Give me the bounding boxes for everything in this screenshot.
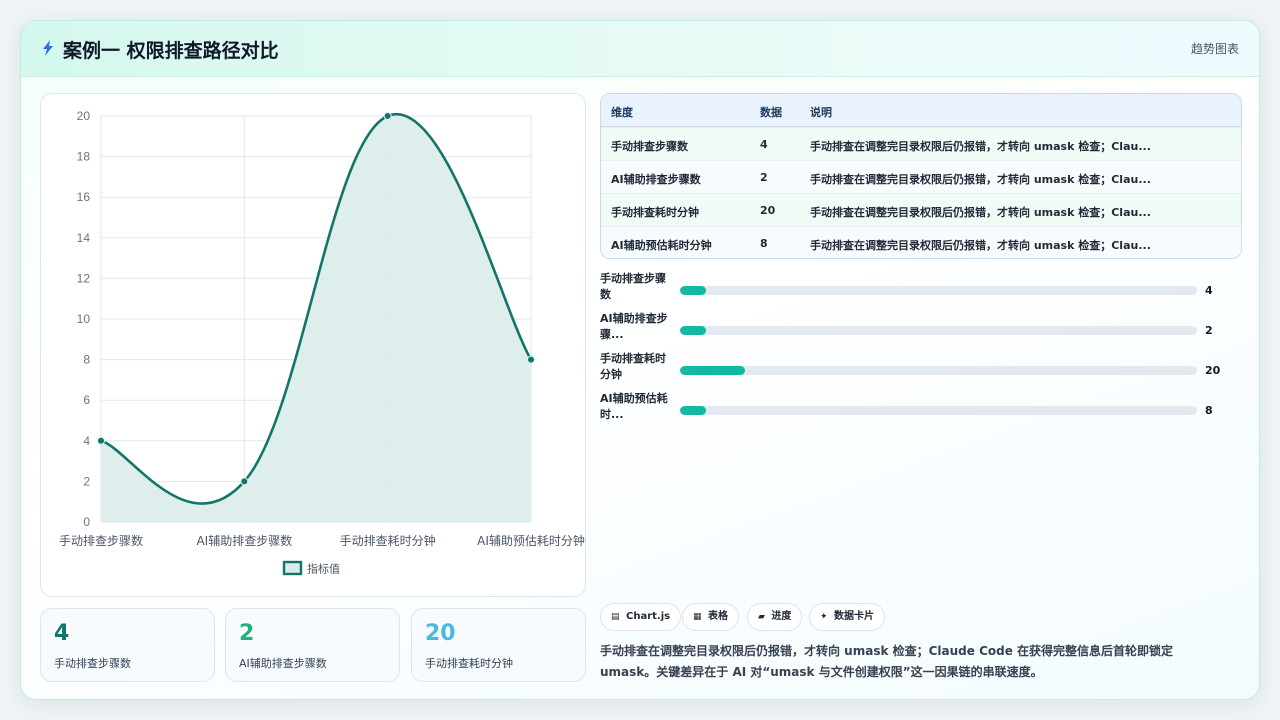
progress-row: AI辅助排查步骤... 2: [600, 311, 1242, 347]
data-point: [383, 112, 392, 120]
progress-icon: ▰: [758, 612, 765, 622]
chip-label: 表格: [708, 611, 728, 622]
progress-value: 8: [1205, 404, 1213, 417]
y-tick-label: 2: [83, 474, 90, 488]
x-tick-label: 手动排查耗时分钟: [340, 533, 436, 548]
stat-value: 20: [425, 621, 456, 646]
table-row: 手动排查耗时分钟 20 手动排查在调整完目录权限后仍报错，才转向 umask 检…: [601, 193, 1241, 226]
x-tick-label: 手动排查步骤数: [59, 533, 143, 548]
table-row: 手动排查步骤数 4 手动排查在调整完目录权限后仍报错，才转向 umask 检查；…: [601, 127, 1241, 160]
data-point: [240, 477, 249, 486]
chip-progress[interactable]: ▰ 进度: [747, 603, 803, 631]
progress-fill: [680, 326, 706, 335]
column-header: 数据: [760, 106, 782, 119]
progress-row: 手动排查步骤数 4: [600, 271, 1242, 307]
stat-card: 20 手动排查耗时分钟: [411, 608, 586, 682]
table-cell: 手动排查在调整完目录权限后仍报错，才转向 umask 检查；Clau...: [810, 239, 1151, 252]
progress-fill: [680, 406, 706, 415]
y-tick-label: 12: [77, 271, 91, 285]
stat-value: 4: [54, 621, 70, 646]
y-tick-label: 0: [83, 515, 90, 529]
data-table: 维度 数据 说明 手动排查步骤数 4 手动排查在调整完目录权限后仍报错，才转向 …: [600, 93, 1242, 259]
table-cell: AI辅助预估耗时分钟: [611, 239, 712, 252]
column-header: 维度: [611, 106, 633, 119]
x-tick-label: AI辅助预估耗时分钟: [477, 533, 585, 548]
series-area: [101, 114, 531, 523]
table-cell: 4: [760, 138, 768, 151]
table-cell: 手动排查在调整完目录权限后仍报错，才转向 umask 检查；Clau...: [810, 173, 1151, 186]
stat-label: 手动排查步骤数: [54, 657, 131, 670]
progress-track: [680, 366, 1197, 375]
y-tick-label: 18: [77, 150, 91, 164]
line-chart-panel: 0 2 4 6 8 10 12 14 16 18 20 手动排查步骤数 AI辅助排查步骤数 手动排查耗时分…: [40, 93, 586, 597]
summary-text: 手动排查在调整完目录权限后仍报错，才转向 umask 检查；Claude Cod…: [600, 644, 1174, 679]
progress-label: 手动排查耗时分钟: [600, 352, 666, 381]
data-point: [97, 436, 105, 445]
line-chart: 0 2 4 6 8 10 12 14 16 18 20 手动排查步骤数 AI辅助排查步骤数 手动排查耗时分…: [59, 109, 585, 576]
x-tick-label: AI辅助排查步骤数: [196, 533, 292, 548]
lightning-icon: [43, 40, 53, 56]
y-tick-label: 20: [77, 109, 91, 123]
progress-fill: [680, 286, 706, 295]
progress-value: 20: [1205, 364, 1221, 377]
table-cell: 8: [760, 237, 768, 250]
stat-card: 2 AI辅助排查步骤数: [225, 608, 400, 682]
chip-label: 进度: [771, 611, 792, 622]
column-header: 说明: [810, 106, 832, 119]
progress-row: AI辅助预估耗时... 8: [600, 391, 1242, 427]
chip-label: 数据卡片: [834, 611, 875, 622]
progress-value: 4: [1205, 284, 1213, 297]
chip-data-cards[interactable]: ✦ 数据卡片: [809, 603, 886, 631]
legend-swatch: [282, 560, 303, 576]
table-cell: 手动排查步骤数: [611, 140, 688, 153]
table-row: AI辅助预估耗时分钟 8 手动排查在调整完目录权限后仍报错，才转向 umask …: [601, 226, 1241, 258]
progress-track: [680, 286, 1197, 295]
table-cell: 2: [760, 171, 768, 184]
progress-row: 手动排查耗时分钟 20: [600, 351, 1242, 387]
table-icon: ▦: [693, 612, 702, 622]
table-cell: 20: [760, 204, 776, 217]
stat-card: 4 手动排查步骤数: [40, 608, 215, 682]
table-cell: 手动排查在调整完目录权限后仍报错，才转向 umask 检查；Clau...: [810, 206, 1151, 219]
sparkle-icon: ✦: [820, 612, 828, 622]
dashboard-card: 案例一 权限排查路径对比 趋势图表 0 2 4 6 8 10 12 14 16 18 20 手动排查步…: [20, 20, 1260, 700]
table-cell: 手动排查在调整完目录权限后仍报错，才转向 umask 检查；Clau...: [810, 140, 1151, 153]
chip-table[interactable]: ▦ 表格: [682, 603, 739, 631]
progress-value: 2: [1205, 324, 1213, 337]
y-tick-label: 6: [83, 393, 90, 407]
y-tick-label: 10: [77, 312, 91, 326]
chip-chartjs[interactable]: ▤ Chart.js: [600, 603, 682, 631]
legend-label: 指标值: [307, 562, 340, 576]
y-tick-label: 4: [83, 434, 90, 448]
table-cell: AI辅助排查步骤数: [611, 173, 701, 186]
progress-label: AI辅助预估耗时...: [600, 392, 668, 421]
table-row: AI辅助排查步骤数 2 手动排查在调整完目录权限后仍报错，才转向 umask 检…: [601, 160, 1241, 193]
progress-label: 手动排查步骤数: [600, 272, 666, 301]
data-point: [527, 355, 535, 364]
stat-label: AI辅助排查步骤数: [239, 657, 327, 670]
progress-track: [680, 406, 1197, 415]
chart-type-tag: 趋势图表: [1190, 42, 1239, 56]
stat-value: 2: [239, 621, 255, 646]
table-cell: 手动排查耗时分钟: [611, 206, 699, 219]
card-header: 案例一 权限排查路径对比 趋势图表: [21, 21, 1259, 77]
y-tick-label: 8: [83, 353, 90, 367]
y-tick-label: 16: [77, 190, 91, 204]
progress-label: AI辅助排查步骤...: [600, 312, 668, 341]
table-header-row: 维度 数据 说明: [601, 94, 1241, 127]
stat-label: 手动排查耗时分钟: [425, 657, 513, 670]
chart-icon: ▤: [611, 612, 620, 622]
progress-track: [680, 326, 1197, 335]
chip-label: Chart.js: [626, 611, 671, 622]
y-tick-label: 14: [77, 231, 91, 245]
page-title: 案例一 权限排查路径对比: [63, 40, 279, 62]
progress-fill: [680, 366, 745, 375]
